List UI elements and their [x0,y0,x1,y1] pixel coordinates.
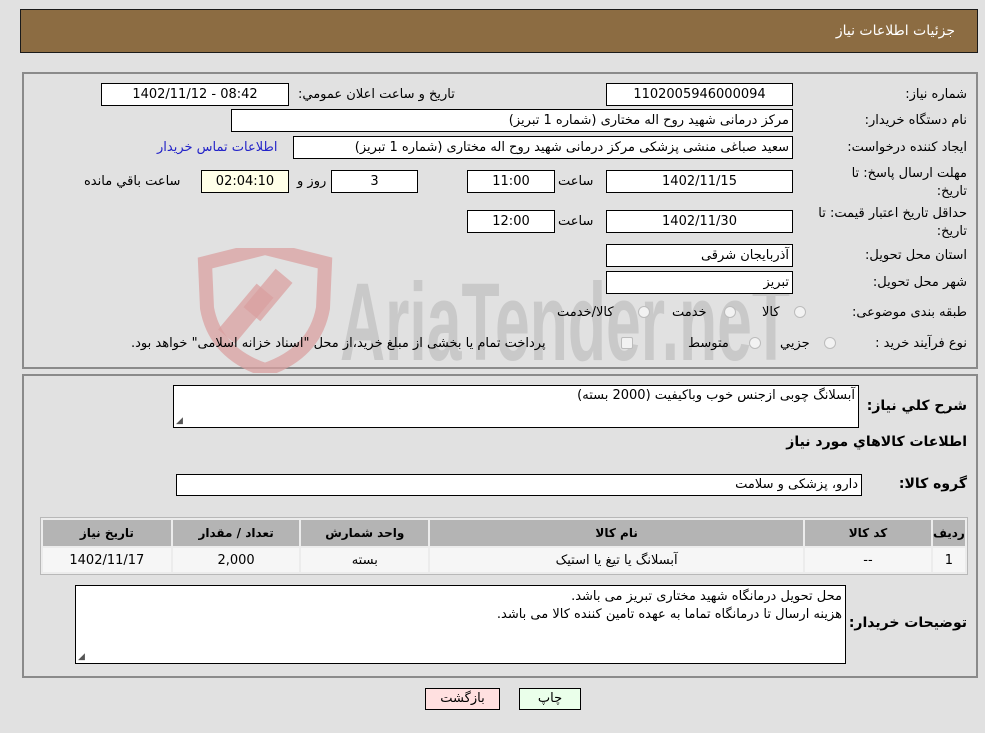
description-label: شرح كلي نياز: [866,398,967,414]
col-quantity: تعداد / مقدار [172,520,300,546]
remaining-days: 3 [331,170,418,193]
items-table: ردیف کد کالا نام کالا واحد شمارش تعداد /… [40,517,968,575]
items-table-header: ردیف کد کالا نام کالا واحد شمارش تعداد /… [43,520,965,546]
buyer-org-label: نام دستگاه خريدار: [864,113,967,128]
reply-deadline-time: 11:00 [467,170,555,193]
purchase-radio-medium[interactable] [749,337,761,349]
remaining-label: ساعت باقي مانده [84,174,181,189]
buyer-contact-link[interactable]: اطلاعات تماس خریدار [157,140,277,155]
col-need-date: تاریخ نیاز [43,520,171,546]
remaining-time: 02:04:10 [201,170,289,193]
category-radio-goods-service[interactable] [638,306,650,318]
price-validity-date: 1402/11/30 [606,210,793,233]
price-validity-label: حداقل تاریخ اعتبار قیمت: تا تاریخ: [818,206,967,239]
city-label: شهر محل تحویل: [872,275,967,290]
page-header: جزئیات اطلاعات نیاز [20,9,978,53]
col-unit: واحد شمارش [301,520,429,546]
price-validity-time: 12:00 [467,210,555,233]
description-textarea[interactable]: آبسلانگ چوبی ازجنس خوب وباکیفیت (2000 بس… [173,385,859,428]
category-option-goods-service: کالا/خدمت [557,305,614,320]
reply-time-label: ساعت [558,174,594,189]
province-label: استان محل تحویل: [865,248,967,263]
announce-datetime-field: 1402/11/12 - 08:42 [101,83,289,106]
need-number-label: شماره نیاز: [905,87,967,102]
reply-deadline-date: 1402/11/15 [606,170,793,193]
col-item-name: نام کالا [430,520,804,546]
treasury-note: پرداخت تمام یا بخشی از مبلغ خرید،از محل … [131,336,546,351]
goods-section-title: اطلاعات كالاهاي مورد نياز [786,434,967,450]
purchase-type-label: نوع فرآیند خرید : [875,336,967,351]
cell-need-date: 1402/11/17 [43,548,171,572]
goods-group-label: گروه کالا: [898,476,967,492]
category-option-service: خدمت [672,305,707,320]
buyer-notes-line-1: محل تحویل درمانگاه شهید مختاری تبریز می … [571,589,842,604]
resize-grip-icon[interactable]: ◢ [176,416,183,426]
cell-unit: بسته [301,548,429,572]
col-row-number: ردیف [932,520,965,546]
buyer-notes-textarea[interactable]: محل تحویل درمانگاه شهید مختاری تبریز می … [75,585,846,664]
goods-group-field: دارو، پزشکی و سلامت [176,474,862,496]
purchase-option-medium: متوسط [688,336,729,351]
back-button[interactable]: بازگشت [425,688,500,710]
cell-quantity: 2,000 [172,548,300,572]
price-time-label: ساعت [558,214,594,229]
reply-deadline-label: مهلت ارسال پاسخ: تا تاریخ: [851,166,967,199]
requester-label: ایجاد کننده درخواست: [847,140,967,155]
need-number-field: 1102005946000094 [606,83,793,106]
purchase-option-minor: جزيي [780,336,810,351]
buyer-org-field: مرکز درمانی شهید روح اله مختاری (شماره 1… [231,109,793,132]
province-field: آذربایجان شرقی [606,244,793,267]
city-field: تبریز [606,271,793,294]
days-label: روز و [297,174,327,189]
buyer-notes-label: توضیحات خریدار: [848,615,967,631]
cell-item-name: آبسلانگ یا تیغ یا استیک [430,548,804,572]
resize-grip-icon[interactable]: ◢ [78,652,85,662]
page-title: جزئیات اطلاعات نیاز [835,23,955,39]
description-text: آبسلانگ چوبی ازجنس خوب وباکیفیت (2000 بس… [577,388,855,403]
category-radio-service[interactable] [724,306,736,318]
table-row: 1 -- آبسلانگ یا تیغ یا استیک بسته 2,000 … [43,548,965,572]
print-button[interactable]: چاپ [519,688,581,710]
purchase-radio-minor[interactable] [824,337,836,349]
cell-row-number: 1 [932,548,965,572]
announce-datetime-label: تاریخ و ساعت اعلان عمومي: [298,87,455,102]
requester-field: سعید صباغی منشی پزشکی مرکز درمانی شهید ر… [293,136,793,159]
category-label: طبقه بندی موضوعی: [851,305,967,320]
col-item-code: کد کالا [805,520,931,546]
treasury-checkbox[interactable] [621,337,633,349]
cell-item-code: -- [805,548,931,572]
buyer-notes-line-2: هزینه ارسال تا درمانگاه تماما به عهده تا… [496,607,842,622]
category-option-goods: کالا [762,305,780,320]
category-radio-goods[interactable] [794,306,806,318]
